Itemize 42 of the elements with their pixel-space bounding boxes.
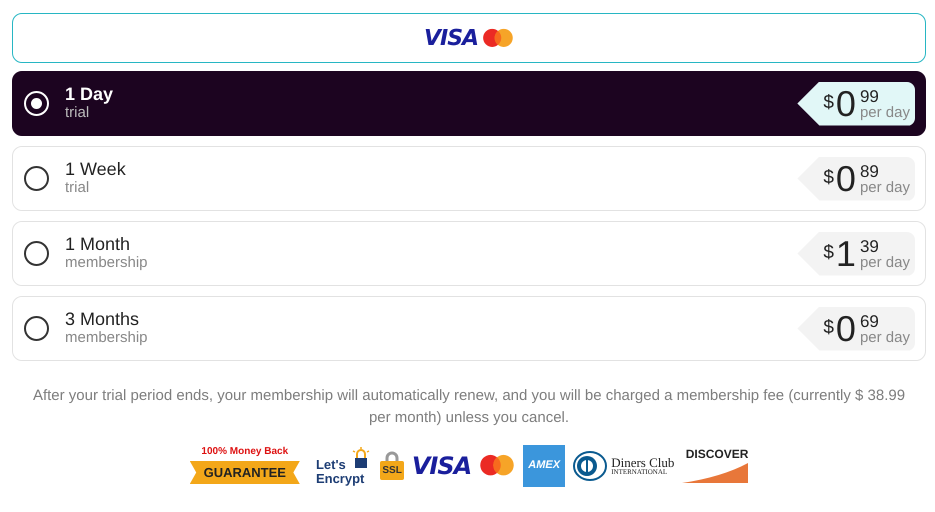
ssl-badge: SSL	[380, 461, 404, 480]
lets-encrypt-logo: Let's Encrypt	[316, 458, 364, 486]
mastercard-logo	[482, 28, 514, 48]
plan-title: 1 Week	[65, 160, 127, 180]
guarantee-badge: GUARANTEE	[190, 460, 300, 484]
mastercard-logo	[479, 454, 516, 477]
plan-type: membership	[65, 329, 149, 348]
discover-logo: DISCOVER	[686, 448, 748, 460]
amex-logo: AMEX	[523, 444, 566, 486]
price-unit: per day	[860, 254, 910, 270]
currency-symbol: $	[823, 241, 834, 266]
plan-type: trial	[65, 104, 90, 122]
plan-title: 1 Month	[65, 234, 132, 254]
plan-title: 3 Months	[65, 310, 140, 330]
plan-type: trial	[65, 179, 90, 198]
radio-button[interactable]	[24, 166, 49, 191]
price-unit: per day	[860, 104, 910, 120]
price-whole: 0	[836, 310, 856, 346]
currency-symbol: $	[823, 316, 834, 340]
radio-button[interactable]	[24, 316, 49, 341]
price-cents: 69	[860, 312, 880, 330]
diners-club-icon	[573, 450, 608, 480]
visa-logo: VISA	[424, 24, 478, 52]
price-unit: per day	[860, 330, 910, 344]
price-cents: 39	[860, 238, 880, 254]
price-unit: per day	[860, 180, 910, 194]
currency-symbol: $	[823, 166, 834, 190]
shackle-icon	[384, 451, 400, 461]
plan-title: 1 Day	[65, 84, 114, 104]
price-cents: 99	[860, 88, 880, 104]
price-whole: 0	[836, 86, 856, 122]
swoosh-icon	[682, 463, 748, 483]
guarantee-caption: 100% Money Back	[201, 446, 288, 457]
renewal-notice: After your trial period ends, your membership will automatically renew, and you will be charged a membership fee (currently $ 38.99 per month) unless you cancel.	[32, 386, 906, 428]
plan-type: membership	[65, 254, 149, 272]
price-cents: 89	[860, 162, 880, 180]
price-whole: 1	[836, 236, 856, 272]
radio-button[interactable]	[24, 241, 49, 266]
currency-symbol: $	[823, 91, 834, 116]
diners-club-name: Diners Club	[611, 456, 674, 468]
visa-logo: VISA	[412, 450, 472, 482]
price-whole: 0	[836, 160, 856, 196]
